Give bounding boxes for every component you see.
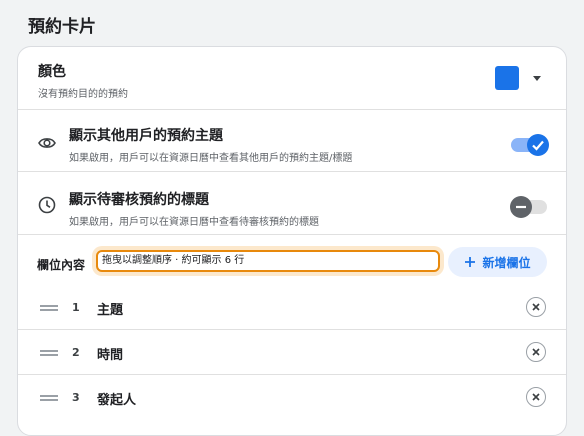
divider	[18, 171, 566, 172]
setting-row-other-users-subject: 顯示其他用戶的預約主題 如果啟用，用戶可以在資源日曆中查看其他用戶的預約主題/標…	[18, 125, 566, 164]
close-icon	[532, 393, 540, 401]
divider	[18, 234, 566, 235]
remove-field-button[interactable]	[526, 297, 546, 317]
remove-field-button[interactable]	[526, 342, 546, 362]
setting-title: 顯示其他用戶的預約主題	[69, 128, 223, 144]
setting-subtitle: 如果啟用，用戶可以在資源日曆中查看其他用戶的預約主題/標題	[69, 153, 353, 164]
setting-row-pending-title: 顯示待審核預約的標題 如果啟用，用戶可以在資源日曆中查看待審核預約的標題	[18, 189, 566, 228]
add-field-button[interactable]: 新增欄位	[448, 247, 547, 277]
color-title: 顏色	[38, 64, 66, 80]
divider	[18, 329, 566, 330]
toggle-knob	[527, 134, 549, 156]
field-item-name: 發起人	[97, 393, 137, 408]
add-field-label: 新增欄位	[482, 255, 531, 270]
fields-input[interactable]: 拖曳以調整順序 · 約可顯示 6 行	[96, 250, 440, 272]
divider	[18, 374, 566, 375]
field-item-number: 1	[72, 301, 80, 314]
setting-title: 顯示待審核預約的標題	[69, 192, 209, 208]
divider	[18, 109, 566, 110]
field-item-name: 主題	[97, 303, 124, 318]
toggle-knob	[510, 196, 532, 218]
field-item-number: 3	[72, 391, 80, 404]
drag-handle-icon[interactable]	[40, 395, 58, 401]
booking-card-settings: 顏色 沒有預約目的的預約 顯示其他用戶的預約主題 如果啟用，用戶可以在資源日曆中…	[17, 46, 567, 436]
field-item-name: 時間	[97, 348, 124, 363]
chevron-down-icon[interactable]	[533, 76, 541, 81]
setting-subtitle: 如果啟用，用戶可以在資源日曆中查看待審核預約的標題	[69, 217, 319, 228]
remove-field-button[interactable]	[526, 387, 546, 407]
close-icon	[532, 303, 540, 311]
minus-icon	[516, 205, 526, 209]
check-icon	[532, 140, 544, 151]
drag-handle-icon[interactable]	[40, 350, 58, 356]
close-icon	[532, 348, 540, 356]
page-title: 預約卡片	[28, 17, 96, 37]
color-swatch[interactable]	[495, 66, 519, 90]
color-subtitle: 沒有預約目的的預約	[38, 89, 128, 100]
plus-icon	[465, 257, 476, 267]
drag-handle-icon[interactable]	[40, 305, 58, 311]
fields-label: 欄位內容	[37, 258, 86, 272]
field-item-number: 2	[72, 346, 80, 359]
color-row: 顏色 沒有預約目的的預約	[18, 61, 566, 100]
